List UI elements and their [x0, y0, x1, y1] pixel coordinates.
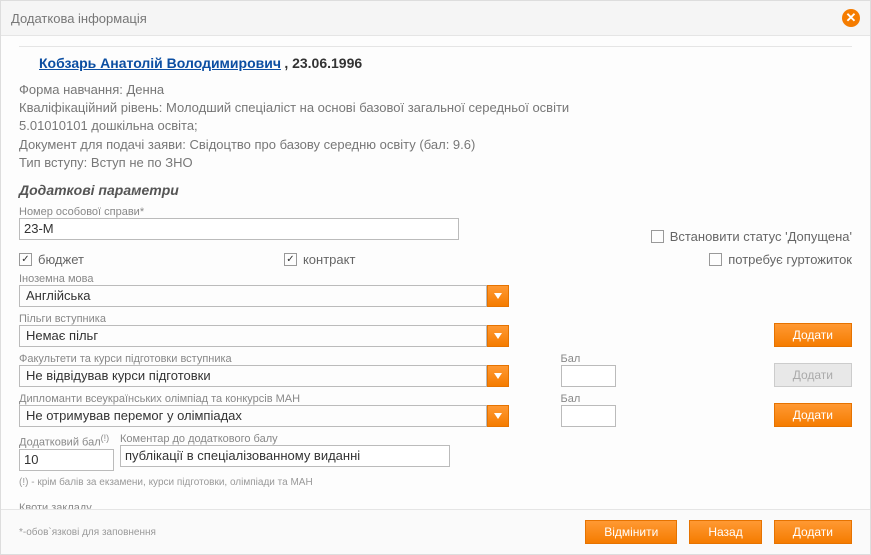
olymp-select[interactable]: Не отримував перемог у олімпіадах	[19, 405, 487, 427]
person-date: , 23.06.1996	[284, 55, 362, 71]
dorm-checkbox-label: потребує гуртожиток	[728, 252, 852, 267]
case-number-input[interactable]	[19, 218, 459, 240]
courses-label: Факультети та курси підготовки вступника	[19, 353, 509, 365]
section-title: Додаткові параметри	[19, 182, 852, 198]
contract-checkbox-label: контракт	[303, 252, 355, 267]
language-select[interactable]: Англійська	[19, 285, 487, 307]
close-icon[interactable]: ✕	[842, 9, 860, 27]
budget-checkbox[interactable]: ✓	[19, 253, 32, 266]
quota-label: Квоти закладу	[19, 502, 852, 509]
info-type: Тип вступу: Вступ не по ЗНО	[19, 154, 852, 172]
olymp-label: Дипломанти всеукраїнських олімпіад та ко…	[19, 393, 509, 405]
info-doc: Документ для подачі заяви: Свідоцтво про…	[19, 136, 852, 154]
contract-checkbox[interactable]: ✓	[284, 253, 297, 266]
benefits-dropdown-icon[interactable]	[487, 325, 509, 347]
courses-score-input[interactable]	[561, 365, 616, 387]
benefits-add-button[interactable]: Додати	[774, 323, 852, 347]
comment-input[interactable]	[120, 445, 450, 467]
person-name-link[interactable]: Кобзарь Анатолій Володимирович	[39, 55, 281, 71]
status-checkbox[interactable]	[651, 230, 664, 243]
info-level: Кваліфікаційний рівень: Молодший спеціал…	[19, 99, 852, 117]
submit-add-button[interactable]: Додати	[774, 520, 852, 544]
status-checkbox-label: Встановити статус 'Допущена'	[670, 229, 852, 244]
olymp-add-button[interactable]: Додати	[774, 403, 852, 427]
olymp-score-input[interactable]	[561, 405, 616, 427]
language-label: Іноземна мова	[19, 273, 852, 285]
budget-checkbox-label: бюджет	[38, 252, 84, 267]
comment-label: Коментар до додаткового балу	[120, 433, 450, 445]
info-form: Форма навчання: Денна	[19, 81, 852, 99]
cancel-button[interactable]: Відмінити	[585, 520, 677, 544]
language-dropdown-icon[interactable]	[487, 285, 509, 307]
courses-score-label: Бал	[561, 353, 661, 365]
addscore-label: Додатковий бал	[19, 437, 101, 449]
back-button[interactable]: Назад	[689, 520, 761, 544]
benefits-label: Пільги вступника	[19, 313, 509, 325]
addscore-input[interactable]	[19, 449, 114, 471]
dialog-title: Додаткова інформація	[11, 11, 147, 26]
courses-add-button: Додати	[774, 363, 852, 387]
addscore-sup: (!)	[101, 433, 110, 443]
olymp-score-label: Бал	[561, 393, 661, 405]
info-spec: 5.01010101 дошкільна освіта;	[19, 117, 852, 135]
dorm-checkbox[interactable]	[709, 253, 722, 266]
olymp-dropdown-icon[interactable]	[487, 405, 509, 427]
courses-select[interactable]: Не відвідував курси підготовки	[19, 365, 487, 387]
case-number-label: Номер особової справи*	[19, 206, 459, 218]
benefits-select[interactable]: Немає пільг	[19, 325, 487, 347]
courses-dropdown-icon[interactable]	[487, 365, 509, 387]
footnote-scores: (!) - крім балів за екзамени, курси підг…	[19, 477, 852, 488]
footnote-required: *-обов`язкові для заповнення	[19, 527, 156, 538]
